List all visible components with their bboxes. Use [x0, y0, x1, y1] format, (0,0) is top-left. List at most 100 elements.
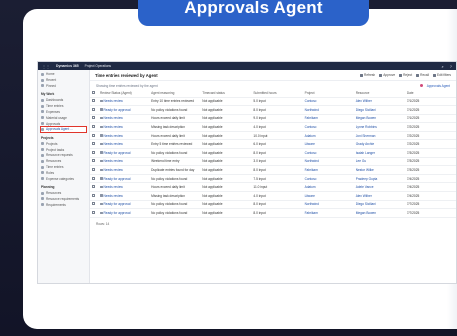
table-cell[interactable]: Joni Sherman [353, 131, 405, 141]
row-checkbox[interactable] [90, 105, 98, 115]
table-cell[interactable]: Fabrikam [302, 165, 354, 175]
table-cell[interactable]: Adatum [302, 131, 354, 141]
table-cell[interactable]: Diego Siciliani [353, 105, 405, 115]
sidebar-item[interactable]: Resources [41, 159, 86, 164]
search-icon[interactable]: ⌕ [442, 64, 444, 69]
table-cell[interactable]: Lynne Robbins [353, 122, 405, 132]
table-cell[interactable]: Needs review [98, 182, 150, 193]
table-cell[interactable]: Needs review [98, 122, 150, 132]
table-row[interactable]: Needs review Hours exceed daily limit Not … [90, 114, 456, 124]
table-row[interactable]: Needs review Entry 5 time entries reviewe… [90, 139, 456, 150]
column-header[interactable]: Timecard status [200, 90, 252, 98]
row-checkbox[interactable] [90, 97, 98, 107]
table-row[interactable]: Ready for approval No policy violations f… [90, 200, 456, 210]
table-cell[interactable]: Northwind [302, 200, 354, 210]
row-checkbox[interactable] [90, 200, 98, 210]
row-checkbox[interactable] [90, 174, 98, 184]
sidebar-item[interactable]: Resource requirements [41, 197, 86, 202]
table-cell[interactable]: Northwind [302, 157, 354, 167]
table-cell[interactable]: Contoso [302, 148, 354, 158]
table-cell[interactable]: Litware [302, 139, 354, 150]
column-header[interactable]: Submitted hours [251, 90, 303, 98]
command-reject[interactable]: Reject [399, 73, 412, 77]
table-cell[interactable]: Megan Bowen [353, 208, 405, 218]
table-cell[interactable]: Fabrikam [302, 208, 354, 218]
sidebar-item[interactable]: Resource requests [41, 153, 86, 158]
row-checkbox[interactable] [90, 114, 98, 124]
table-cell[interactable]: Nestor Wilke [353, 165, 405, 175]
command-approve[interactable]: Approve [379, 73, 395, 77]
sidebar-item[interactable]: Pinned [41, 84, 86, 89]
table-cell[interactable]: Needs review [98, 191, 150, 201]
table-cell[interactable]: Ready for approval [98, 174, 150, 184]
sidebar-item[interactable]: Roles [41, 171, 86, 176]
table-row[interactable]: Needs review Missing task description Not … [90, 122, 456, 132]
row-checkbox[interactable] [90, 165, 98, 175]
table-cell[interactable]: Litware [302, 191, 354, 201]
table-cell[interactable]: Adele Vance [353, 182, 405, 193]
column-header[interactable]: Resource [353, 90, 405, 98]
sidebar-item[interactable]: Resources [41, 191, 86, 196]
table-cell[interactable]: Needs review [98, 157, 150, 167]
row-checkbox[interactable] [90, 148, 98, 158]
table-row[interactable]: Needs review Hours exceed daily limit Not … [90, 131, 456, 141]
select-all-checkbox[interactable] [90, 90, 98, 98]
sidebar-item[interactable]: Material usage [41, 115, 86, 120]
table-cell[interactable]: Ready for approval [98, 105, 150, 115]
table-cell[interactable]: Megan Bowen [353, 114, 405, 124]
agent-link[interactable]: Approvals Agent [427, 84, 450, 88]
sidebar-item[interactable]: Projects [41, 142, 86, 147]
table-row[interactable]: Needs review Duplicate entries found for … [90, 165, 456, 175]
sidebar-item[interactable]: Time entries [41, 104, 86, 109]
table-row[interactable]: Ready for approval No policy violations f… [90, 208, 456, 218]
table-cell[interactable]: Grady Archie [353, 139, 405, 150]
row-checkbox[interactable] [90, 122, 98, 132]
table-cell[interactable]: Contoso [302, 97, 354, 107]
sidebar-item-approvals-agent[interactable]: Approvals Agent ... [40, 126, 87, 133]
table-cell[interactable]: Northwind [302, 105, 354, 115]
row-checkbox[interactable] [90, 191, 98, 201]
table-row[interactable]: Needs review Hours exceed daily limit Not … [90, 182, 456, 193]
row-checkbox[interactable] [90, 208, 98, 218]
sidebar-item[interactable]: Home [41, 72, 86, 77]
table-cell[interactable]: Needs review [98, 165, 150, 175]
question-icon[interactable]: ? [450, 64, 452, 69]
row-checkbox[interactable] [90, 131, 98, 141]
table-cell[interactable]: Needs review [98, 139, 150, 150]
sidebar-item[interactable]: Expense categories [41, 176, 86, 181]
row-checkbox[interactable] [90, 139, 98, 150]
table-cell[interactable]: Contoso [302, 174, 354, 184]
table-cell[interactable]: Ready for approval [98, 208, 150, 218]
table-cell[interactable]: Alex Wilber [353, 191, 405, 201]
column-header[interactable]: Project [302, 90, 354, 98]
column-header[interactable]: Review Status (Agent) [98, 90, 150, 98]
table-cell[interactable]: Needs review [98, 114, 150, 124]
table-cell[interactable]: Ready for approval [98, 148, 150, 158]
table-cell[interactable]: Contoso [302, 122, 354, 132]
sidebar-item[interactable]: Project tasks [41, 147, 86, 152]
sidebar-item[interactable]: Dashboards [41, 98, 86, 103]
sidebar-item[interactable]: Approvals [41, 121, 86, 126]
table-cell[interactable]: Fabrikam [302, 114, 354, 124]
sidebar-item[interactable]: Expenses [41, 110, 86, 115]
table-cell[interactable]: Pradeep Gupta [353, 174, 405, 184]
row-checkbox[interactable] [90, 157, 98, 167]
column-header[interactable]: Date [404, 90, 456, 98]
table-cell[interactable]: Diego Siciliani [353, 200, 405, 210]
column-header[interactable]: Agent reasoning [149, 90, 201, 98]
table-cell[interactable]: Isaiah Langer [353, 148, 405, 158]
table-cell[interactable]: Needs review [98, 97, 150, 107]
command-refresh[interactable]: Refresh [360, 73, 375, 77]
table-row[interactable]: Ready for approval No policy violations f… [90, 174, 456, 184]
table-row[interactable]: Needs review Missing task description Not … [90, 191, 456, 201]
table-row[interactable]: Ready for approval No policy violations f… [90, 148, 456, 158]
row-checkbox[interactable] [90, 182, 98, 193]
table-row[interactable]: Needs review Entry 10 time entries review… [90, 97, 456, 107]
table-row[interactable]: Needs review Weekend time entry Not applic… [90, 157, 456, 167]
command-edit-filters[interactable]: Edit filters [433, 73, 451, 77]
table-row[interactable]: Ready for approval No policy violations f… [90, 105, 456, 115]
table-cell[interactable]: Ready for approval [98, 200, 150, 210]
view-title[interactable]: Time entries reviewed by Agent [95, 73, 158, 78]
sidebar-item[interactable]: Requirements [41, 202, 86, 207]
waffle-icon[interactable]: ⋮⋮ [42, 64, 50, 69]
